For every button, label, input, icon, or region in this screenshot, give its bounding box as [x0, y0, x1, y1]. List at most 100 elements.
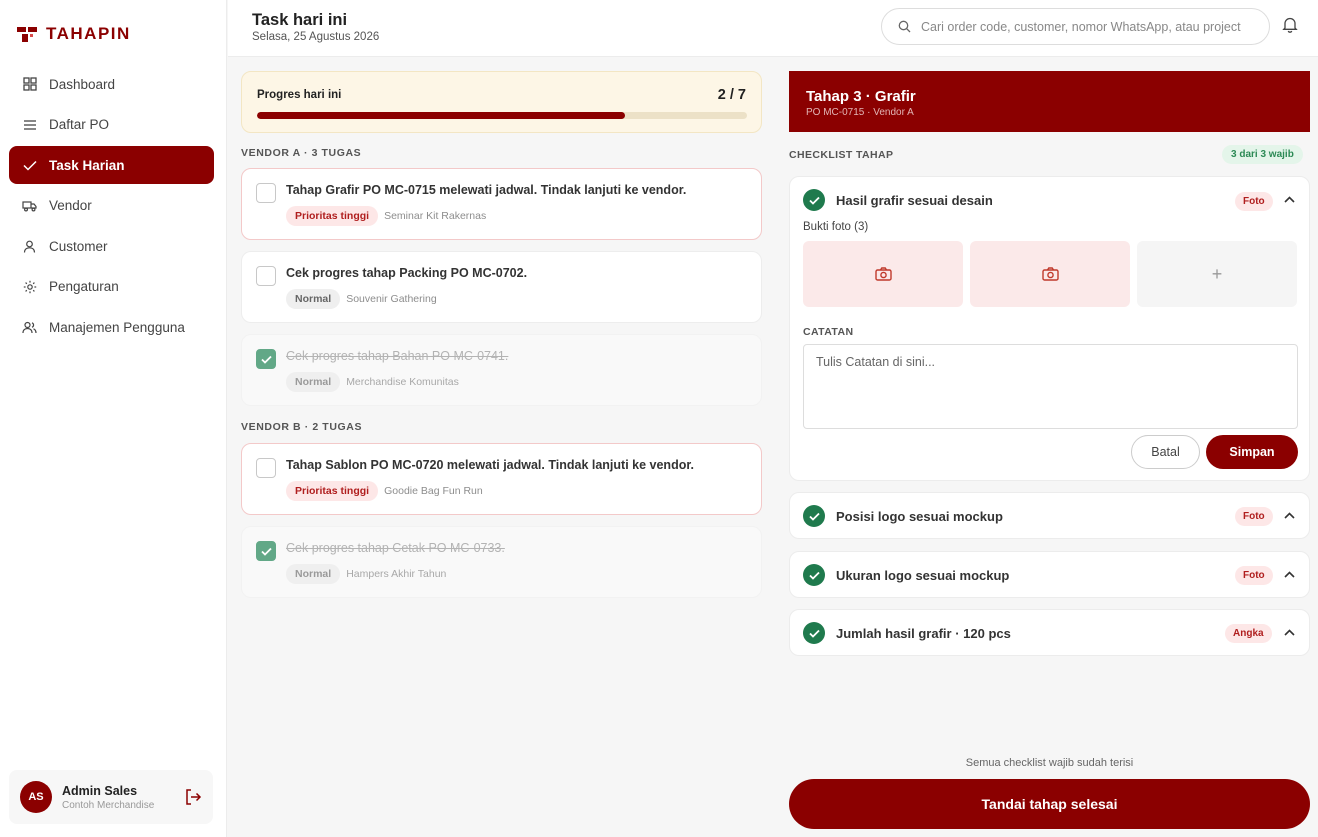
page-title: Task hari ini: [252, 11, 348, 29]
sidebar-item-task-harian[interactable]: Task Harian: [9, 146, 214, 184]
notes-label: CATATAN: [803, 326, 854, 338]
brand-logo[interactable]: TAHAPIN: [17, 24, 131, 44]
stage-header: Tahap 3 · Grafir PO MC-0715 · Vendor A: [789, 71, 1310, 132]
checklist-item-label: Hasil grafir sesuai desain: [836, 193, 993, 208]
evidence-type-badge: Angka: [1225, 624, 1272, 643]
check-icon: [22, 158, 37, 173]
task-project: Seminar Kit Rakernas: [384, 210, 487, 222]
sidebar-nav: Dashboard Daftar PO Task Harian Vendor C…: [9, 65, 214, 349]
task-meta: Prioritas tinggi Goodie Bag Fun Run: [286, 481, 483, 501]
notes-input[interactable]: [803, 344, 1298, 429]
search-input[interactable]: [921, 19, 1261, 34]
gear-icon: [22, 279, 37, 294]
checklist-item[interactable]: Ukuran logo sesuai mockup Foto: [789, 551, 1310, 598]
task-title: Tahap Grafir PO MC-0715 melewati jadwal.…: [286, 183, 687, 197]
sidebar-item-customer[interactable]: Customer: [9, 227, 214, 265]
stage-subtitle: PO MC-0715 · Vendor A: [806, 107, 914, 118]
sidebar-item-vendor[interactable]: Vendor: [9, 187, 214, 225]
search-bar[interactable]: [881, 8, 1270, 45]
completion-note: Semua checklist wajib sudah terisi: [965, 757, 1134, 769]
checklist-item-label: Posisi logo sesuai mockup: [836, 509, 1003, 524]
logout-icon[interactable]: [184, 788, 202, 806]
task-checkbox[interactable]: [256, 541, 276, 561]
mark-stage-complete-button[interactable]: Tandai tahap selesai: [789, 779, 1310, 829]
camera-icon: [1041, 267, 1059, 281]
user-info: Admin Sales Contoh Merchandise: [62, 784, 154, 811]
check-complete-icon: [803, 622, 825, 644]
brand-name: TAHAPIN: [46, 24, 131, 43]
task-checkbox[interactable]: [256, 349, 276, 369]
sidebar-item-label: Manajemen Pengguna: [49, 319, 185, 335]
photo-thumbnail[interactable]: [803, 241, 963, 307]
chevron-up-icon[interactable]: [1284, 571, 1295, 578]
task-project: Goodie Bag Fun Run: [384, 485, 483, 497]
sidebar-item-label: Vendor: [49, 198, 92, 213]
add-photo-button[interactable]: +: [1137, 241, 1297, 307]
check-icon: [260, 355, 272, 364]
stage-title: Tahap 3 · Grafir: [806, 88, 916, 105]
task-group-label: VENDOR A · 3 TUGAS: [241, 147, 362, 159]
sidebar-item-dashboard[interactable]: Dashboard: [9, 65, 214, 103]
proof-label: Bukti foto (3): [803, 221, 869, 233]
chevron-up-icon[interactable]: [1284, 629, 1295, 636]
task-item[interactable]: Cek progres tahap Cetak PO MC-0733. Norm…: [241, 526, 762, 598]
sidebar-item-pengaturan[interactable]: Pengaturan: [9, 268, 214, 306]
checklist-item[interactable]: Posisi logo sesuai mockup Foto: [789, 492, 1310, 539]
priority-badge: Normal: [286, 564, 341, 584]
checklist-label: CHECKLIST TAHAP: [789, 149, 894, 161]
priority-badge: Normal: [286, 289, 341, 309]
task-item[interactable]: Tahap Grafir PO MC-0715 melewati jadwal.…: [241, 168, 762, 240]
progress-bar-fill: [257, 112, 625, 119]
user-name: Admin Sales: [62, 783, 138, 798]
cancel-button[interactable]: Batal: [1131, 435, 1200, 469]
task-item[interactable]: Tahap Sablon PO MC-0720 melewati jadwal.…: [241, 443, 762, 515]
checklist-item-expanded: Hasil grafir sesuai desain Foto Bukti fo…: [789, 176, 1310, 481]
task-checkbox[interactable]: [256, 183, 276, 203]
check-complete-icon: [803, 505, 825, 527]
avatar: AS: [20, 781, 52, 813]
check-complete-icon: [803, 564, 825, 586]
task-item[interactable]: Cek progres tahap Packing PO MC-0702. No…: [241, 251, 762, 323]
task-meta: Normal Merchandise Komunitas: [286, 372, 459, 392]
bell-icon[interactable]: [1282, 16, 1298, 33]
task-meta: Normal Hampers Akhir Tahun: [286, 564, 446, 584]
chevron-up-icon[interactable]: [1284, 196, 1295, 203]
sidebar-item-label: Pengaturan: [49, 279, 119, 294]
save-button[interactable]: Simpan: [1206, 435, 1298, 469]
priority-badge: Normal: [286, 372, 341, 392]
task-item[interactable]: Cek progres tahap Bahan PO MC-0741. Norm…: [241, 334, 762, 406]
photo-thumbnail[interactable]: [970, 241, 1130, 307]
evidence-type-badge: Foto: [1235, 566, 1273, 585]
checklist-item[interactable]: Jumlah hasil grafir · 120 pcs Angka: [789, 609, 1310, 656]
user-profile-card[interactable]: AS Admin Sales Contoh Merchandise: [9, 770, 213, 824]
sidebar-item-label: Task Harian: [49, 157, 125, 173]
task-checkbox[interactable]: [256, 458, 276, 478]
evidence-type-badge: Foto: [1235, 507, 1273, 526]
required-count-badge: 3 dari 3 wajib: [1222, 145, 1303, 164]
daily-progress-card: Progres hari ini 2 / 7: [241, 71, 762, 133]
sidebar-item-daftar-po[interactable]: Daftar PO: [9, 106, 214, 144]
task-meta: Prioritas tinggi Seminar Kit Rakernas: [286, 206, 486, 226]
sidebar-item-label: Customer: [49, 238, 108, 254]
task-project: Souvenir Gathering: [346, 293, 437, 305]
progress-label: Progres hari ini: [257, 89, 342, 101]
check-icon: [260, 547, 272, 556]
priority-badge: Prioritas tinggi: [286, 481, 379, 501]
progress-count: 2 / 7: [717, 87, 746, 103]
evidence-type-badge: Foto: [1235, 192, 1273, 211]
logo-icon: [17, 26, 37, 42]
sidebar-item-manajemen-pengguna[interactable]: Manajemen Pengguna: [9, 308, 214, 346]
check-complete-icon: [803, 189, 825, 211]
task-meta: Normal Souvenir Gathering: [286, 289, 437, 309]
page-date: Selasa, 25 Agustus 2026: [252, 31, 380, 43]
checklist-item-label: Jumlah hasil grafir · 120 pcs: [836, 626, 1011, 641]
sidebar: TAHAPIN Dashboard Daftar PO Task Harian …: [0, 0, 227, 837]
user-icon: [22, 239, 37, 254]
task-checkbox[interactable]: [256, 266, 276, 286]
users-icon: [22, 320, 37, 335]
task-title: Tahap Sablon PO MC-0720 melewati jadwal.…: [286, 458, 694, 472]
camera-icon: [874, 267, 892, 281]
priority-badge: Prioritas tinggi: [286, 206, 379, 226]
truck-icon: [22, 198, 37, 213]
chevron-up-icon[interactable]: [1284, 512, 1295, 519]
